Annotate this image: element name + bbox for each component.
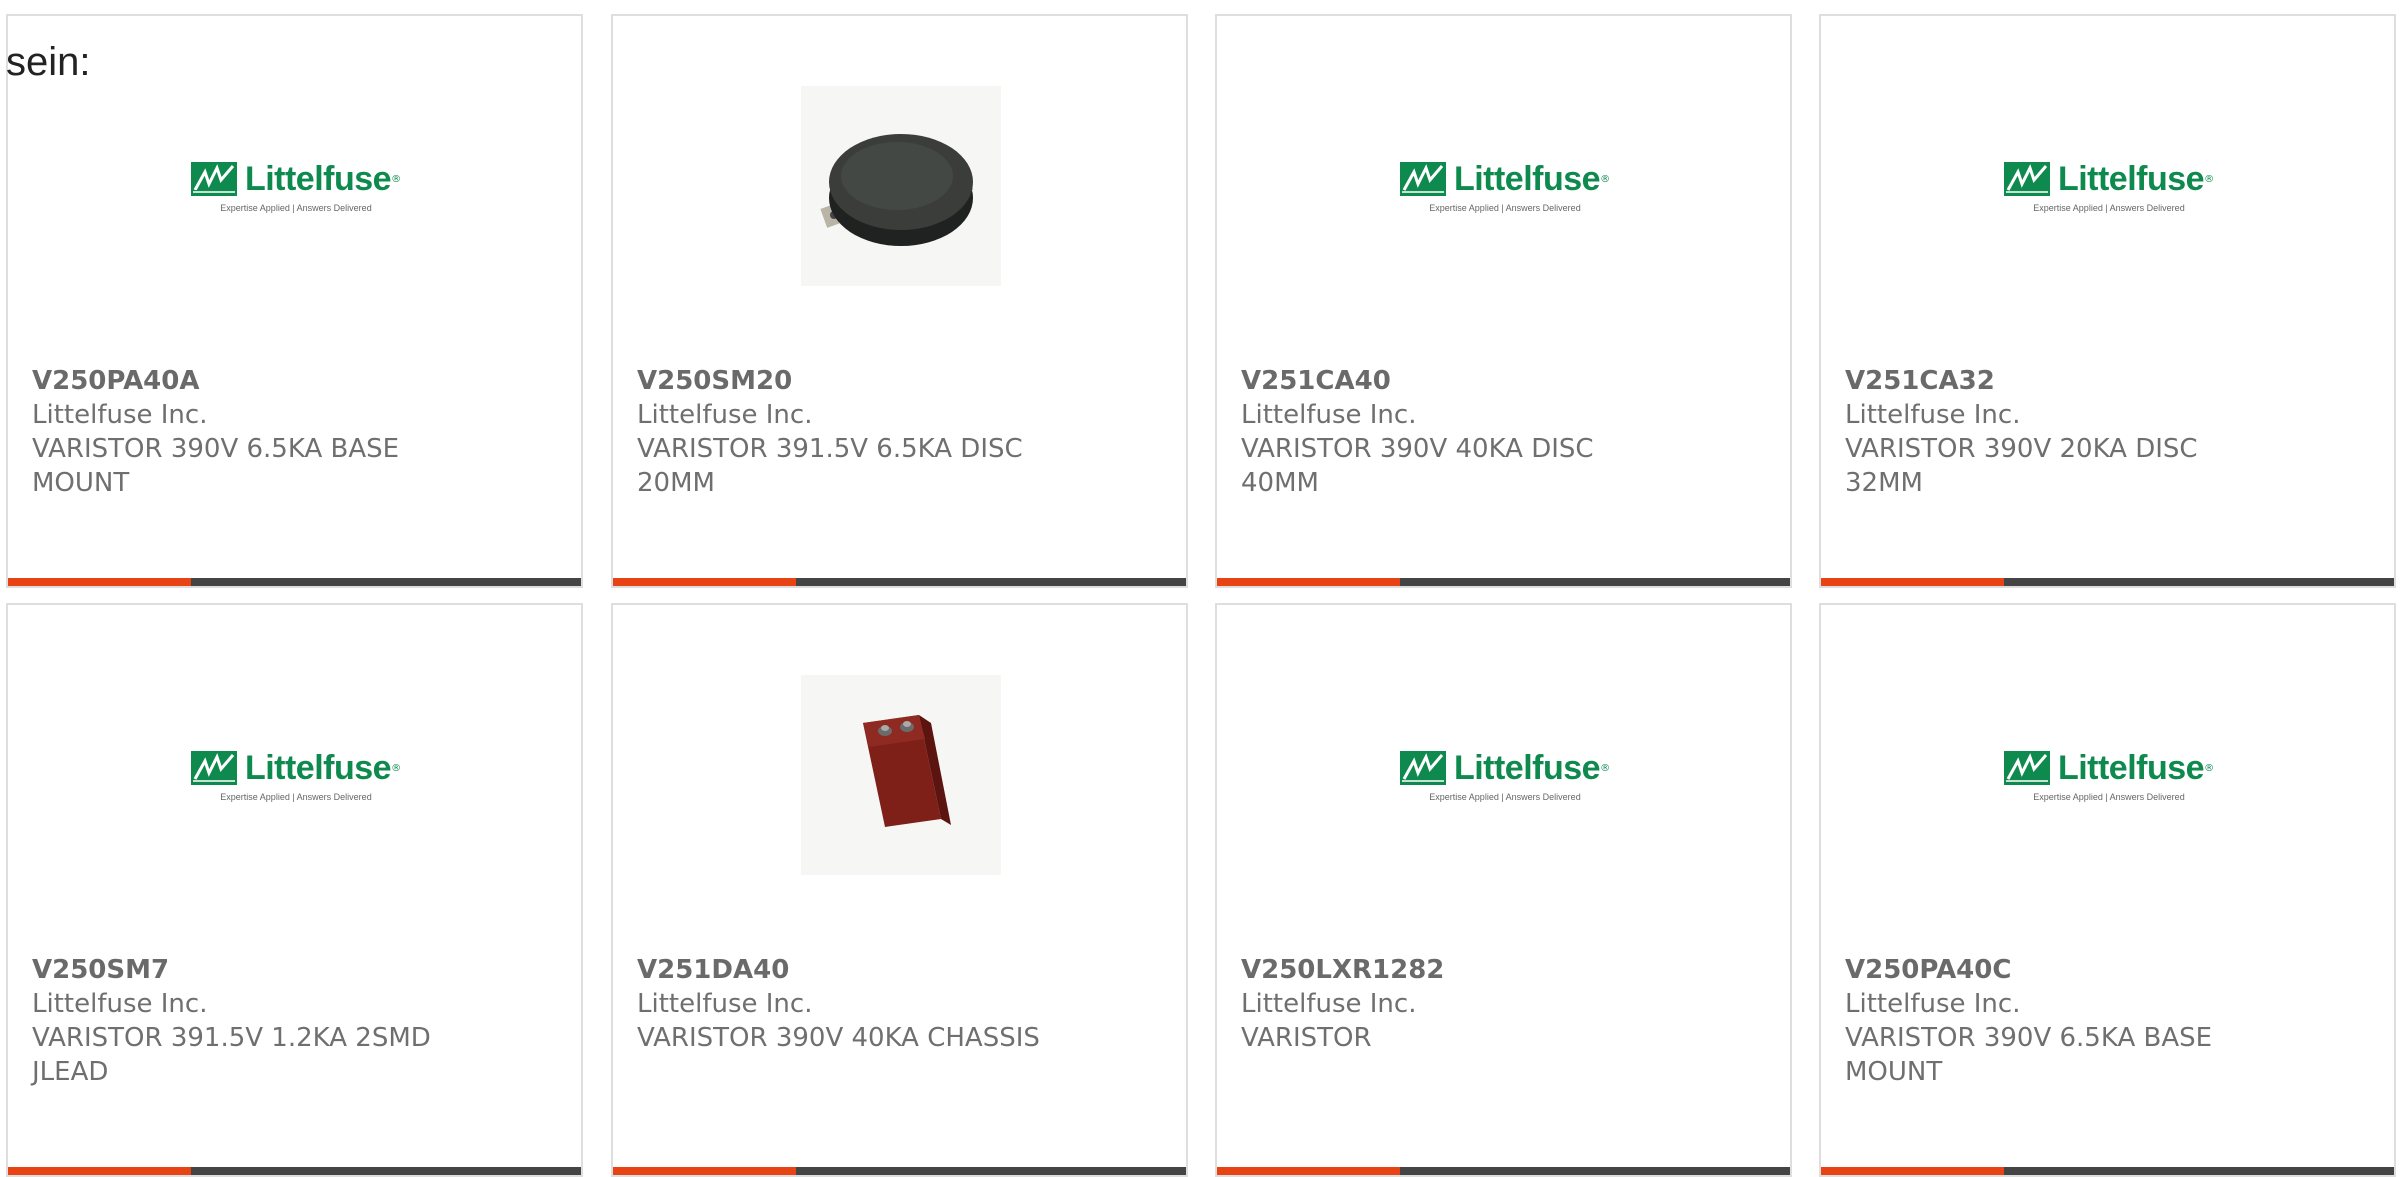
product-card[interactable]: V250SM20 Littelfuse Inc. VARISTOR 391.5V… <box>611 14 1188 588</box>
product-image[interactable]: Littelfuse ® Expertise Applied | Answers … <box>190 675 401 875</box>
description: VARISTOR 390V 20KA DISC 32MM <box>1845 434 2198 498</box>
card-bottom-bar <box>1821 1167 2394 1175</box>
product-info: V250LXR1282 Littelfuse Inc. VARISTOR <box>1241 953 1661 1055</box>
logo-registered-mark: ® <box>2204 762 2215 774</box>
card-accent-bar <box>1821 578 2004 586</box>
manufacturer: Littelfuse Inc. <box>1241 400 1417 430</box>
black-disc-varistor-icon <box>801 86 1001 286</box>
littelfuse-logo: Littelfuse ® Expertise Applied | Answers … <box>1399 748 1611 802</box>
littelfuse-mark-icon <box>2003 751 2050 785</box>
card-accent-bar <box>8 1167 191 1175</box>
part-number[interactable]: V250LXR1282 <box>1241 953 1661 987</box>
part-number[interactable]: V251CA32 <box>1845 364 2265 398</box>
product-card[interactable]: Littelfuse ® Expertise Applied | Answers … <box>6 603 583 1177</box>
card-bottom-bar <box>613 1167 1186 1175</box>
card-bottom-bar <box>1217 1167 1790 1175</box>
littelfuse-mark-icon <box>190 162 237 196</box>
card-bottom-bar <box>613 578 1186 586</box>
product-info: V250SM7 Littelfuse Inc. VARISTOR 391.5V … <box>32 953 452 1089</box>
logo-tagline: Expertise Applied | Answers Delivered <box>220 202 372 213</box>
product-info: V250PA40C Littelfuse Inc. VARISTOR 390V … <box>1845 953 2265 1089</box>
product-card[interactable]: Littelfuse ® Expertise Applied | Answers … <box>1819 603 2396 1177</box>
logo-tagline: Expertise Applied | Answers Delivered <box>220 791 372 802</box>
product-image[interactable]: Littelfuse ® Expertise Applied | Answers … <box>1399 86 1610 286</box>
product-card[interactable]: Littelfuse ® Expertise Applied | Answers … <box>6 14 583 588</box>
logo-registered-mark: ® <box>391 173 402 185</box>
littelfuse-logo: Littelfuse ® Expertise Applied | Answers … <box>190 748 402 802</box>
product-card[interactable]: Littelfuse ® Expertise Applied | Answers … <box>1215 14 1792 588</box>
logo-tagline: Expertise Applied | Answers Delivered <box>1429 791 1581 802</box>
description: VARISTOR 390V 6.5KA BASE MOUNT <box>32 434 400 498</box>
manufacturer: Littelfuse Inc. <box>637 400 813 430</box>
littelfuse-mark-icon <box>2003 162 2050 196</box>
card-accent-bar <box>613 1167 796 1175</box>
part-number[interactable]: V251DA40 <box>637 953 1057 987</box>
product-image[interactable]: Littelfuse ® Expertise Applied | Answers … <box>2003 675 2214 875</box>
product-info: V250SM20 Littelfuse Inc. VARISTOR 391.5V… <box>637 364 1057 500</box>
product-image[interactable] <box>801 675 1001 875</box>
logo-registered-mark: ® <box>1600 173 1611 185</box>
product-image[interactable]: Littelfuse ® Expertise Applied | Answers … <box>1399 675 1610 875</box>
product-info: V251DA40 Littelfuse Inc. VARISTOR 390V 4… <box>637 953 1057 1055</box>
logo-wordmark: Littelfuse <box>2057 748 2205 787</box>
intro-text: sein: <box>6 40 91 84</box>
product-card[interactable]: Littelfuse ® Expertise Applied | Answers … <box>1215 603 1792 1177</box>
logo-wordmark: Littelfuse <box>244 159 392 198</box>
description: VARISTOR 391.5V 1.2KA 2SMD JLEAD <box>32 1023 431 1087</box>
logo-registered-mark: ® <box>391 762 402 774</box>
littelfuse-logo: Littelfuse ® Expertise Applied | Answers … <box>1399 159 1611 213</box>
description: VARISTOR <box>1241 1023 1372 1053</box>
manufacturer: Littelfuse Inc. <box>1845 400 2021 430</box>
product-card[interactable]: V251DA40 Littelfuse Inc. VARISTOR 390V 4… <box>611 603 1188 1177</box>
part-number[interactable]: V250SM20 <box>637 364 1057 398</box>
description: VARISTOR 390V 6.5KA BASE MOUNT <box>1845 1023 2213 1087</box>
card-accent-bar <box>613 578 796 586</box>
card-accent-bar <box>1217 578 1400 586</box>
product-image[interactable]: Littelfuse ® Expertise Applied | Answers … <box>2003 86 2214 286</box>
part-number[interactable]: V251CA40 <box>1241 364 1661 398</box>
card-accent-bar <box>1217 1167 1400 1175</box>
card-bottom-bar <box>1217 578 1790 586</box>
logo-registered-mark: ® <box>1600 762 1611 774</box>
littelfuse-logo: Littelfuse ® Expertise Applied | Answers … <box>2003 748 2215 802</box>
product-image[interactable]: Littelfuse ® Expertise Applied | Answers … <box>190 86 401 286</box>
card-bottom-bar <box>1821 578 2394 586</box>
product-info: V250PA40A Littelfuse Inc. VARISTOR 390V … <box>32 364 452 500</box>
littelfuse-mark-icon <box>1399 751 1446 785</box>
littelfuse-logo: Littelfuse ® Expertise Applied | Answers … <box>2003 159 2215 213</box>
product-card[interactable]: Littelfuse ® Expertise Applied | Answers … <box>1819 14 2396 588</box>
logo-wordmark: Littelfuse <box>244 748 392 787</box>
card-bottom-bar <box>8 1167 581 1175</box>
description: VARISTOR 390V 40KA DISC 40MM <box>1241 434 1594 498</box>
littelfuse-mark-icon <box>1399 162 1446 196</box>
logo-tagline: Expertise Applied | Answers Delivered <box>1429 202 1581 213</box>
littelfuse-mark-icon <box>190 751 237 785</box>
card-accent-bar <box>1821 1167 2004 1175</box>
part-number[interactable]: V250PA40A <box>32 364 452 398</box>
product-image[interactable] <box>801 86 1001 286</box>
manufacturer: Littelfuse Inc. <box>32 989 208 1019</box>
manufacturer: Littelfuse Inc. <box>637 989 813 1019</box>
red-chassis-varistor-icon <box>801 675 1001 875</box>
product-grid: Littelfuse ® Expertise Applied | Answers … <box>0 0 2400 1177</box>
logo-wordmark: Littelfuse <box>2057 159 2205 198</box>
description: VARISTOR 391.5V 6.5KA DISC 20MM <box>637 434 1023 498</box>
logo-wordmark: Littelfuse <box>1453 748 1601 787</box>
manufacturer: Littelfuse Inc. <box>1845 989 2021 1019</box>
card-accent-bar <box>8 578 191 586</box>
part-number[interactable]: V250SM7 <box>32 953 452 987</box>
product-info: V251CA32 Littelfuse Inc. VARISTOR 390V 2… <box>1845 364 2265 500</box>
logo-registered-mark: ® <box>2204 173 2215 185</box>
part-number[interactable]: V250PA40C <box>1845 953 2265 987</box>
manufacturer: Littelfuse Inc. <box>1241 989 1417 1019</box>
logo-tagline: Expertise Applied | Answers Delivered <box>2033 202 2185 213</box>
manufacturer: Littelfuse Inc. <box>32 400 208 430</box>
description: VARISTOR 390V 40KA CHASSIS <box>637 1023 1040 1053</box>
logo-tagline: Expertise Applied | Answers Delivered <box>2033 791 2185 802</box>
littelfuse-logo: Littelfuse ® Expertise Applied | Answers … <box>190 159 402 213</box>
card-bottom-bar <box>8 578 581 586</box>
product-info: V251CA40 Littelfuse Inc. VARISTOR 390V 4… <box>1241 364 1661 500</box>
logo-wordmark: Littelfuse <box>1453 159 1601 198</box>
